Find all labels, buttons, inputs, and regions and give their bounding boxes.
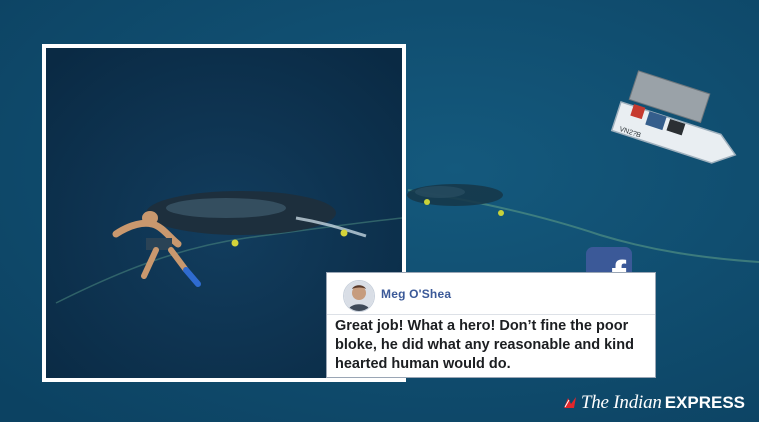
- divider: [327, 314, 655, 315]
- brand-express: EXPRESS: [664, 393, 745, 412]
- express-flag-icon: [563, 397, 576, 408]
- comment-text: Great job! What a hero! Don’t fine the p…: [335, 318, 634, 372]
- facebook-comment-card: Meg O'Shea Great job! What a hero! Don’t…: [326, 272, 656, 378]
- indian-express-logo: The Indian EXPRESS: [562, 391, 745, 415]
- avatar-icon: [344, 281, 374, 311]
- commenter-name: Meg O'Shea: [381, 287, 452, 301]
- brand-the-indian: The Indian: [580, 392, 662, 413]
- avatar: [343, 280, 375, 312]
